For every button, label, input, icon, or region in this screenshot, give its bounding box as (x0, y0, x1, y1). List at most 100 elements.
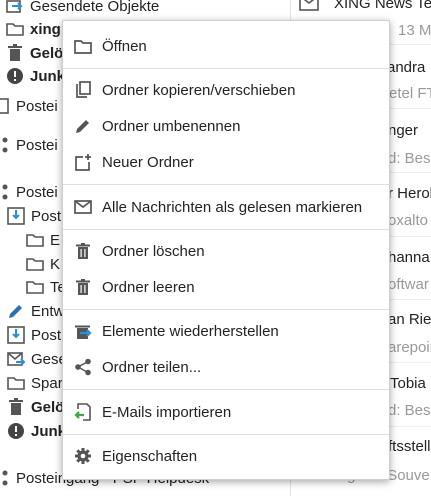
message-sender: XING News Te (334, 0, 431, 12)
tree-item-label: xing (30, 20, 61, 38)
message-sender: andra (387, 59, 426, 76)
message-subject: oxalto L (388, 212, 431, 229)
tree-item-label: K (50, 255, 61, 273)
sent-icon (7, 350, 25, 368)
tree-item-label: Gelö (31, 398, 65, 416)
tree-item[interactable]: Te (26, 276, 66, 298)
message-sender: an Rie (388, 311, 431, 328)
tree-item-label: Postei (16, 97, 58, 115)
tree-item[interactable]: Gelö (6, 42, 63, 64)
folder-icon (6, 20, 24, 38)
menu-item-properties[interactable]: Eigenschaften (63, 439, 389, 473)
tree-item[interactable]: Postei (0, 95, 58, 117)
menu-item-mark-all-read[interactable]: Alle Nachrichten als gelesen markieren (63, 190, 389, 224)
folder-icon (26, 255, 44, 273)
message-subject: d: Bes (388, 150, 431, 167)
tree-item-label: Spar (31, 374, 63, 392)
share-icon (0, 469, 10, 487)
tree-item-label: Postei (16, 136, 58, 154)
menu-item-label: Eigenschaften (102, 447, 198, 465)
menu-separator (63, 68, 389, 69)
menu-item-label: Ordner löschen (102, 242, 205, 260)
message-subject: d: Bes (388, 402, 431, 419)
message-subject: arepoir (388, 339, 431, 356)
menu-item-label: Ordner umbenennen (102, 117, 241, 135)
menu-item-new-folder[interactable]: Neuer Ordner (63, 145, 389, 179)
copy-icon (73, 80, 93, 100)
tree-item-label: Post (31, 207, 62, 225)
menu-item-delete-folder[interactable]: Ordner löschen (63, 234, 389, 268)
menu-item-label: E-Mails importieren (102, 403, 232, 421)
import-icon (73, 402, 93, 422)
pencil-icon (7, 302, 25, 320)
restore-icon (73, 321, 93, 341)
inbox-icon (0, 97, 10, 115)
message-time: 13 Min (398, 22, 431, 39)
tree-item[interactable]: Junk (6, 65, 65, 87)
menu-item-label: Elemente wiederherstellen (102, 322, 279, 340)
menu-separator (63, 434, 389, 435)
tree-item[interactable]: Postei (0, 181, 58, 203)
message-subject: oftwar (388, 276, 429, 293)
menu-item-import-emails[interactable]: E-Mails importieren (63, 395, 389, 429)
gear-icon (73, 446, 93, 466)
tree-item-label: Entw (31, 302, 65, 320)
tree-item[interactable]: Gelö (7, 396, 64, 418)
tree-item-label: Postei (16, 183, 58, 201)
new-folder-icon (73, 152, 93, 172)
tree-item[interactable]: Gesendete Objekte (6, 0, 159, 17)
menu-separator (63, 389, 389, 390)
sent-icon (6, 0, 24, 15)
menu-item-copy-move-folder[interactable]: Ordner kopieren/verschieben (63, 73, 389, 107)
trash-icon (73, 277, 93, 297)
tree-item-label: Junk (30, 67, 66, 85)
tree-item-label: Post (31, 326, 62, 344)
menu-item-label: Alle Nachrichten als gelesen markieren (102, 198, 363, 216)
pencil-icon (73, 116, 93, 136)
menu-separator (63, 184, 389, 185)
tree-item-label: Junk (31, 422, 67, 440)
tree-item[interactable]: E (26, 229, 60, 251)
menu-item-empty-folder[interactable]: Ordner leeren (63, 270, 389, 304)
menu-item-open[interactable]: Öffnen (63, 29, 389, 63)
tree-item[interactable]: K (26, 253, 60, 275)
tree-item[interactable]: Postei (0, 134, 58, 156)
trash-icon (73, 241, 93, 261)
trash-icon (7, 398, 25, 416)
share-icon (0, 136, 10, 154)
menu-item-label: Öffnen (102, 37, 147, 55)
folder-icon (26, 278, 44, 296)
junk-icon (7, 422, 25, 440)
menu-item-label: Ordner leeren (102, 278, 195, 296)
envelope-icon (73, 197, 93, 217)
tree-item[interactable]: Post (7, 324, 61, 346)
menu-item-rename-folder[interactable]: Ordner umbenennen (63, 109, 389, 143)
folder-context-menu: Öffnen Ordner kopieren/verschieben Ordne… (62, 20, 390, 480)
inbox-icon (7, 326, 25, 344)
menu-item-restore-items[interactable]: Elemente wiederherstellen (63, 314, 389, 348)
tree-item[interactable]: Post (7, 205, 61, 227)
menu-separator (63, 229, 389, 230)
message-subject: etel FT (389, 85, 431, 102)
menu-item-share-folder[interactable]: Ordner teilen... (63, 350, 389, 384)
share-icon (0, 183, 10, 201)
tree-item[interactable]: Gese (7, 348, 67, 370)
tree-item[interactable]: Spar (7, 372, 63, 394)
message-sender: Tobia (390, 375, 426, 392)
folder-icon (26, 231, 44, 249)
message-sender: r Herol (388, 185, 431, 202)
tree-item-label: E (50, 231, 61, 249)
share-icon (73, 357, 93, 377)
menu-separator (63, 309, 389, 310)
menu-item-label: Ordner teilen... (102, 358, 202, 376)
tree-item[interactable]: xing (6, 18, 61, 40)
message-sender: hanna (388, 249, 430, 266)
tree-item-label: Gesendete Objekte (30, 0, 160, 15)
message-sender: nger (388, 122, 419, 139)
envelope-icon (299, 0, 319, 16)
folder-icon (7, 374, 25, 392)
inbox-icon (7, 207, 25, 225)
folder-open-icon (73, 36, 93, 56)
tree-item[interactable]: Entw (7, 300, 64, 322)
tree-item[interactable]: Junk (7, 420, 66, 442)
